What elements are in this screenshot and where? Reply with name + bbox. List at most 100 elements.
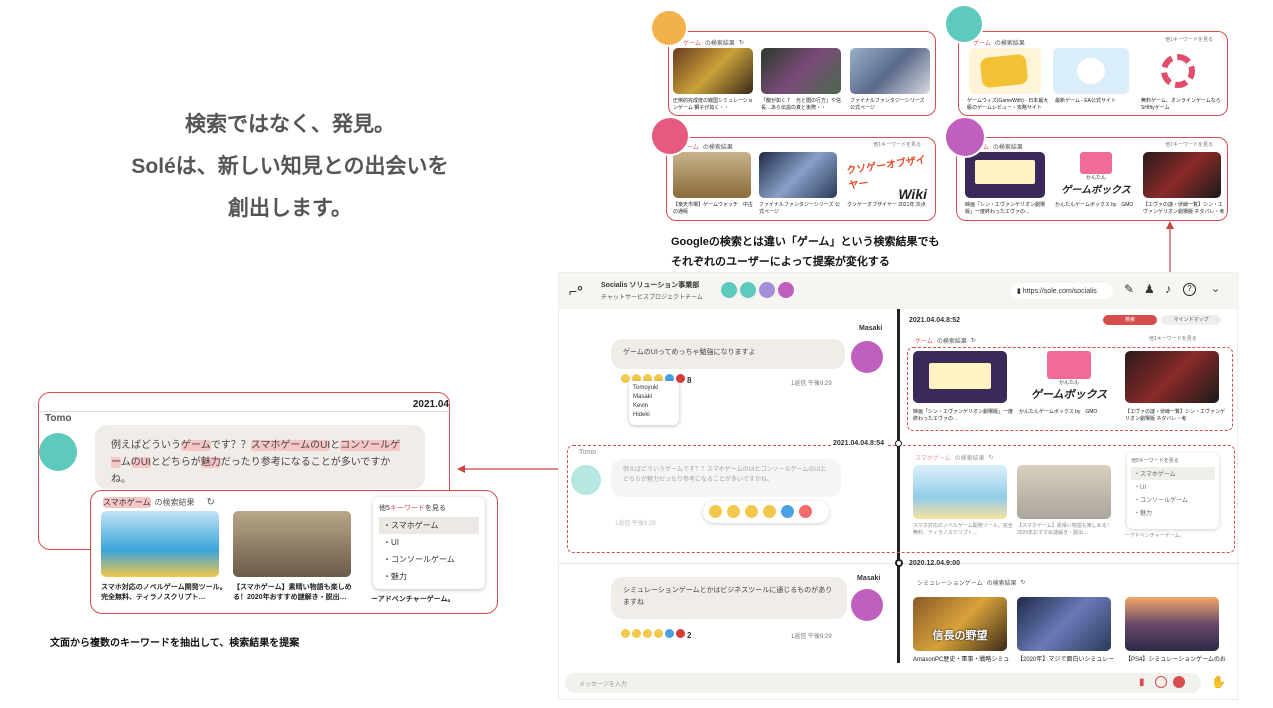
caption[interactable]: 【PS4】シミュレーションゲームのお [1125, 657, 1229, 664]
reply-count[interactable]: 1返信 午後9:29 [615, 518, 656, 527]
avatar [571, 465, 601, 495]
keyword-option[interactable]: ・スマホゲーム [1131, 467, 1215, 480]
keyword-option[interactable]: ・UI [1131, 480, 1215, 493]
message-input[interactable]: メッセージを入力 [565, 673, 1201, 693]
caption[interactable]: かんたんゲームボックス by GMO [1019, 409, 1119, 416]
reactions[interactable]: 2 [621, 629, 691, 640]
help-icon[interactable]: ? [1183, 283, 1196, 296]
keyword-option[interactable]: ・魅力 [1131, 506, 1215, 519]
avatar [851, 589, 883, 621]
caption[interactable]: 無料ゲーム、オンラインゲームならSHIftyゲーム [1141, 98, 1221, 112]
reactors-list: Tomoyuki Masaki Kevin Hideki [629, 381, 679, 425]
thumbnail[interactable] [913, 465, 1007, 519]
caption[interactable]: 最新ゲーム - EA公式サイト [1055, 98, 1135, 105]
chevron-down-icon[interactable]: ⌄ [1211, 282, 1220, 295]
thumbnail[interactable] [913, 351, 1007, 403]
member-avatar[interactable] [759, 282, 775, 298]
refresh-icon[interactable]: ↻ [1021, 579, 1026, 586]
caption[interactable]: 【楽天市場】ゲームウォッチ 中古の通販 [673, 202, 755, 216]
reaction-picker[interactable] [703, 501, 829, 523]
more-keywords-link[interactable]: 他1キーワードを見る [873, 141, 921, 148]
more-keywords-link[interactable]: 他5キーワードを見る [379, 503, 479, 513]
member-avatar[interactable] [721, 282, 737, 298]
thumbnail[interactable] [1125, 597, 1219, 651]
refresh-icon[interactable]: ↻ [739, 39, 744, 46]
caption[interactable]: 圧倒的完成度の戦国シミュレーションゲーム 獅子が如く・・ [673, 98, 755, 112]
tab-mindmap[interactable]: マインドマップ [1161, 315, 1221, 325]
thumbnail[interactable] [673, 48, 753, 94]
thumbnail[interactable] [1053, 48, 1129, 94]
caption[interactable]: 【スマホゲーム】素晴い物語も楽しめる！2020年おすすめ謎解き・脱出… [233, 583, 365, 603]
url-field[interactable]: ▮ https://sole.com/socialis [1011, 283, 1113, 299]
thumbnail[interactable] [1017, 465, 1111, 519]
thumbnail[interactable]: かんたん ゲームボックス [1055, 152, 1137, 198]
caption[interactable]: ーアドベンチャーゲーム。 [1125, 533, 1205, 540]
keyword-option[interactable]: ・コンソールゲーム [1131, 493, 1215, 506]
thumbnail[interactable] [850, 48, 930, 94]
thumbnail[interactable] [1125, 351, 1219, 403]
caption[interactable]: かんたんゲームボックス by GMO [1055, 202, 1139, 209]
thumbnail[interactable] [233, 511, 351, 577]
thumbs-up-icon[interactable]: ✋ [1211, 675, 1226, 689]
caption[interactable]: 【2020年】マジで面白いシミュレー [1017, 657, 1117, 664]
refresh-icon[interactable]: ↻ [971, 337, 976, 344]
caption[interactable]: ファイナルファンタジーシリーズ 公式ページ [850, 98, 930, 112]
app-header: ⌐° Socialis ソリューション事業部 チャットサービスプロジェクトチーム… [559, 273, 1239, 309]
caption[interactable]: スマホ対応のノベルゲーム開発ツール。完全無料、ティラノスクリプト… [101, 583, 229, 603]
caption[interactable]: ファイナルファンタジーシリーズ 公式ページ [759, 202, 841, 216]
thumbnail[interactable]: かんたん ゲームボックス [1021, 351, 1117, 403]
thumbnail[interactable]: クソゲーオブザイヤー Wiki [846, 152, 931, 202]
caption[interactable]: 映画「シン・エヴァンゲリオン劇場版」一度終わったエヴァの… [965, 202, 1049, 216]
caption[interactable]: 【エヴァの謎・伏線一覧】シン・エヴァンゲリオン劇場版 ネタバレ・考 [1143, 202, 1227, 216]
card-title: ゲーム の検索結果 ↻ [683, 39, 744, 47]
keyword-option[interactable]: ・コンソールゲーム [379, 551, 479, 568]
add-user-icon[interactable]: ♟ [1144, 282, 1155, 296]
thumbnail[interactable] [1141, 48, 1217, 94]
caption[interactable]: 【スマホゲーム】素晴い物語も楽しめる！2020年おすすめ謎解き・脱出… [1017, 523, 1119, 537]
tagline-line-3: 創出します。 [228, 197, 352, 220]
attach-icon[interactable]: ▮ [1139, 677, 1145, 688]
keyword-option[interactable]: ・UI [379, 534, 479, 551]
bell-icon[interactable]: ♪ [1165, 282, 1171, 296]
date: 2021.04 [412, 399, 449, 410]
caption[interactable]: スマホ対応のノベルゲーム開発ツール。完全無料、ティラノスクリプト… [913, 523, 1013, 537]
keyword-menu: 他5キーワードを見る ・スマホゲーム ・UI ・コンソールゲーム ・魅力 [373, 497, 485, 589]
reply-count[interactable]: 1返信 午後9:29 [791, 378, 832, 387]
emoji-icon[interactable] [1173, 676, 1185, 688]
thumbnail[interactable] [761, 48, 841, 94]
search-card-1: ゲーム の検索結果 ↻ 圧倒的完成度の戦国シミュレーションゲーム 獅子が如く・・ 「… [668, 31, 936, 116]
refresh-icon[interactable]: ↻ [207, 497, 215, 508]
username: Masaki [859, 325, 883, 332]
caption[interactable]: ゲームウィズ(GameWith) - 日本最大級のゲームレビュー・攻略サイト [967, 98, 1051, 112]
member-avatar[interactable] [740, 282, 756, 298]
search-icon[interactable] [1155, 676, 1167, 688]
avatar [39, 433, 77, 471]
caption[interactable]: 【エヴァの謎・伏線一覧】シン・エヴァンゲリオン劇場版 ネタバレ・考 [1125, 409, 1229, 423]
keyword-option[interactable]: ・スマホゲーム [379, 517, 479, 534]
reply-count[interactable]: 1返信 午後9:29 [791, 631, 832, 640]
more-keywords-link[interactable]: 他1キーワードを見る [1165, 36, 1213, 43]
refresh-icon[interactable]: ↻ [989, 454, 994, 461]
keyword-option[interactable]: ・魅力 [379, 568, 479, 585]
more-keywords-link[interactable]: 他1キーワードを見る [1165, 141, 1213, 148]
thumbnail[interactable] [1017, 597, 1111, 651]
caption[interactable]: クソゲーオブザイヤー 2021年 次点 [847, 202, 933, 209]
tab-search[interactable]: 検索 [1103, 315, 1157, 325]
thumbnail[interactable]: 信長の野望 [913, 597, 1007, 651]
caption[interactable]: AmasonPC歴史・軍事・戦略シミュ [913, 657, 1013, 664]
pen-icon[interactable]: ✎ [1124, 282, 1134, 296]
username: Tomo [579, 449, 597, 456]
thumbnail[interactable] [759, 152, 837, 198]
caption[interactable]: 映画「シン・エヴァンゲリオン劇場版」一度終わったエヴァの… [913, 409, 1013, 423]
thumbnail[interactable] [673, 152, 751, 198]
more-keywords-link[interactable]: 他5キーワードを見る [1131, 457, 1215, 464]
member-avatar[interactable] [778, 282, 794, 298]
caption[interactable]: 「龍が如く７ 光と闇の行方」や信長…あら伝説の真と後際・・ [761, 98, 845, 112]
thumbnail[interactable] [965, 152, 1045, 198]
thumbnail[interactable] [1143, 152, 1221, 198]
thumbnail[interactable] [969, 48, 1041, 94]
caption[interactable]: ーアドベンチャーゲーム。 [371, 595, 471, 605]
thumbnail[interactable] [101, 511, 219, 577]
results-title: スマホゲーム の検索結果 ↻ [103, 497, 215, 508]
more-keywords-link[interactable]: 他1キーワードを見る [1149, 335, 1197, 342]
